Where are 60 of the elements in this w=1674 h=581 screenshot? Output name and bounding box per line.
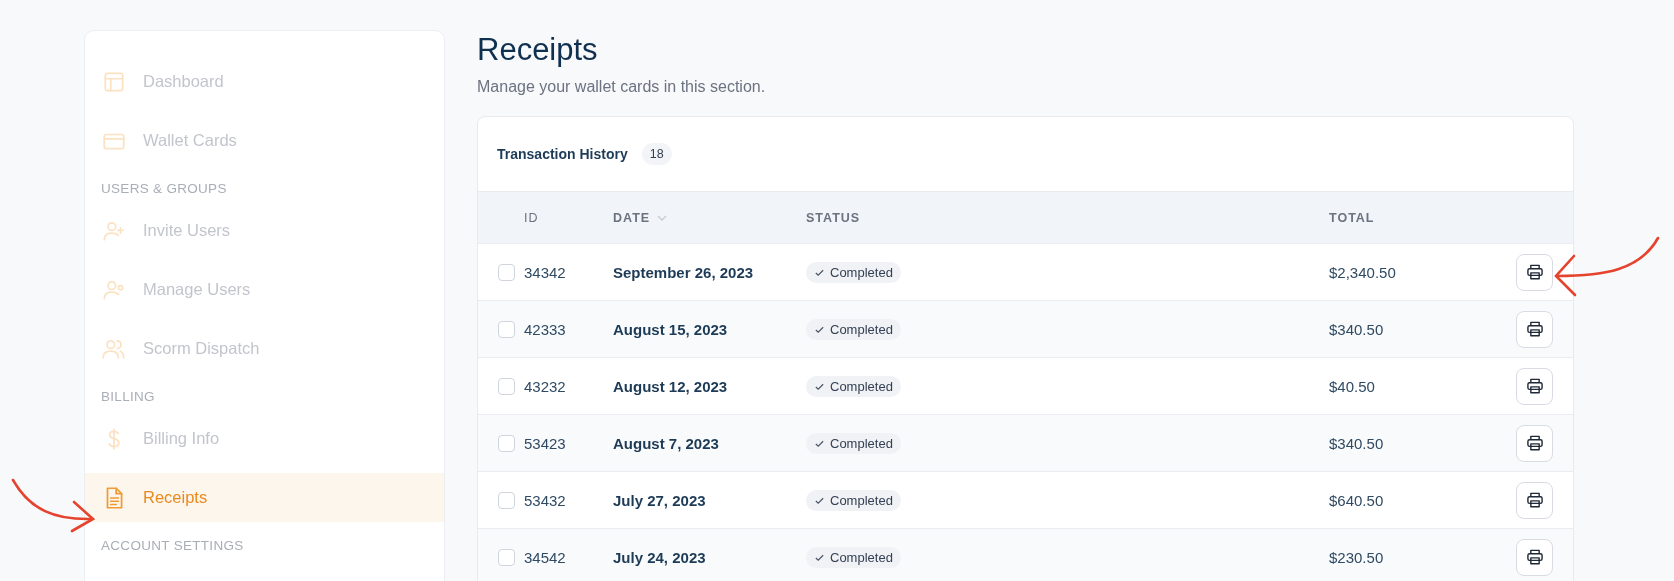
checkbox[interactable] bbox=[498, 434, 515, 452]
section-heading: ACCOUNT SETTINGS bbox=[100, 537, 245, 555]
status-badge: Completed bbox=[806, 432, 901, 454]
sidebar-item[interactable]: Scorm Dispatch bbox=[85, 324, 444, 373]
section-heading: BILLING bbox=[100, 388, 156, 406]
total-cell-text: $2,340.50 bbox=[1329, 263, 1397, 281]
date-cell-text: August 7, 2023 bbox=[613, 434, 720, 452]
printer-icon bbox=[1524, 262, 1545, 282]
date-cell-text: September 26, 2023 bbox=[613, 263, 755, 281]
date-cell-text: August 15, 2023 bbox=[613, 320, 729, 338]
date-cell-text: July 27, 2023 bbox=[613, 491, 707, 509]
sidebar-item[interactable]: Billing Info bbox=[85, 414, 444, 463]
checkbox[interactable] bbox=[498, 320, 515, 338]
column-header: TOTAL bbox=[1329, 210, 1376, 225]
page-title: Receipts bbox=[477, 32, 599, 68]
id-cell-text: 53432 bbox=[524, 491, 567, 509]
printer-icon bbox=[1524, 490, 1545, 510]
print-button[interactable] bbox=[1516, 367, 1553, 405]
status-badge: Completed bbox=[806, 489, 901, 511]
total-cell-text: $640.50 bbox=[1329, 491, 1385, 509]
date-cell-text: July 24, 2023 bbox=[613, 548, 707, 566]
column-header: STATUS bbox=[806, 210, 862, 225]
id-cell-text: 53423 bbox=[524, 434, 567, 452]
checkbox[interactable] bbox=[498, 548, 515, 566]
checkbox[interactable] bbox=[498, 263, 515, 281]
sidebar-item[interactable]: Wallet Cards bbox=[85, 116, 444, 165]
total-cell-text: $340.50 bbox=[1329, 320, 1385, 338]
id-cell-text: 34542 bbox=[524, 548, 567, 566]
id-cell-text: 42333 bbox=[524, 320, 567, 338]
page-subtitle: Manage your wallet cards in this section. bbox=[477, 78, 767, 96]
printer-icon bbox=[1524, 433, 1545, 453]
id-cell-text: 34342 bbox=[524, 263, 567, 281]
print-button[interactable] bbox=[1516, 481, 1553, 519]
column-header: ID bbox=[524, 210, 540, 225]
print-button[interactable] bbox=[1516, 310, 1553, 348]
print-button[interactable] bbox=[1516, 538, 1553, 576]
section-heading: USERS & GROUPS bbox=[100, 180, 228, 198]
total-cell-text: $40.50 bbox=[1329, 377, 1376, 395]
print-button[interactable] bbox=[1516, 424, 1553, 462]
sidebar-item[interactable]: Dashboard bbox=[85, 57, 444, 106]
table-title: Transaction History bbox=[497, 146, 628, 162]
total-cell-text: $230.50 bbox=[1329, 548, 1385, 566]
sidebar-item[interactable]: Invite Users bbox=[85, 206, 444, 255]
count-badge: 18 bbox=[641, 143, 672, 165]
column-header[interactable]: DATE bbox=[613, 210, 651, 225]
status-badge: Completed bbox=[806, 318, 901, 340]
date-cell-text: August 12, 2023 bbox=[613, 377, 729, 395]
sidebar-item[interactable]: Receipts bbox=[85, 473, 444, 522]
printer-icon bbox=[1524, 547, 1545, 567]
printer-icon bbox=[1524, 319, 1545, 339]
checkbox[interactable] bbox=[498, 377, 515, 395]
print-button[interactable] bbox=[1516, 253, 1553, 291]
printer-icon bbox=[1524, 376, 1545, 396]
status-badge: Completed bbox=[806, 261, 901, 283]
status-badge: Completed bbox=[806, 546, 901, 568]
sidebar-item[interactable]: Manage Users bbox=[85, 265, 444, 314]
checkbox[interactable] bbox=[498, 491, 515, 509]
id-cell-text: 43232 bbox=[524, 377, 567, 395]
total-cell-text: $340.50 bbox=[1329, 434, 1385, 452]
status-badge: Completed bbox=[806, 375, 901, 397]
